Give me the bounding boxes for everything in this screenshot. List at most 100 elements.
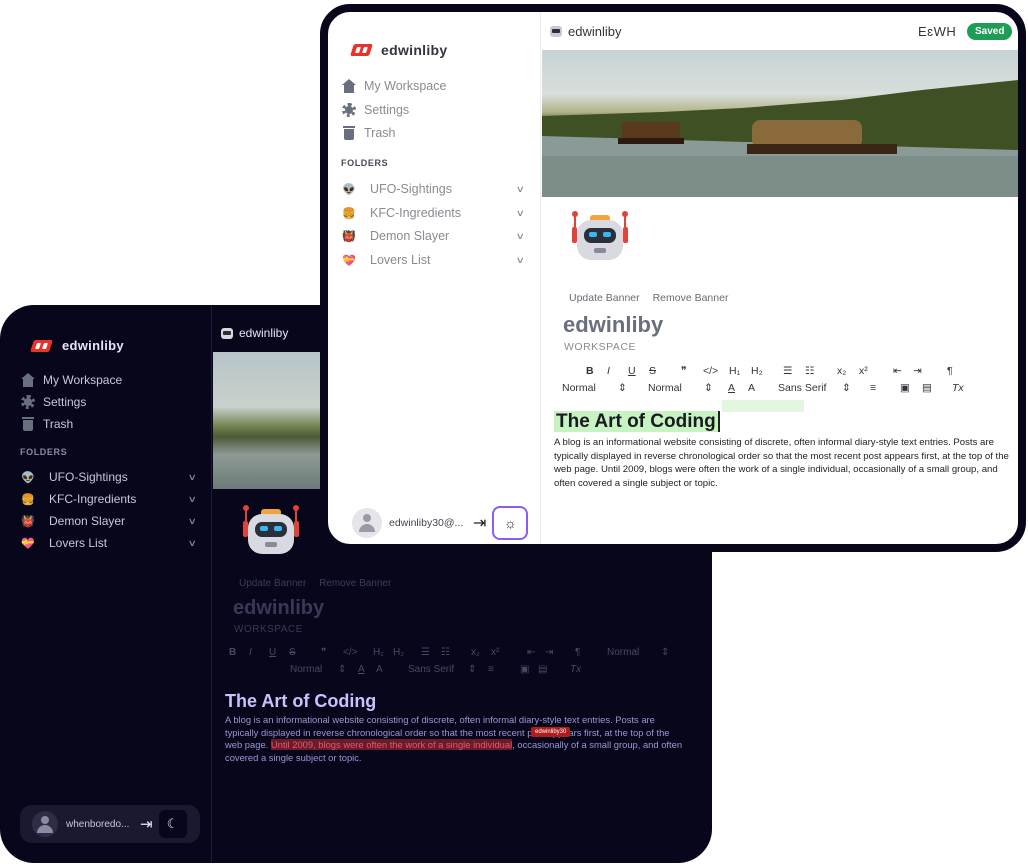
background-color-button[interactable]: A — [376, 664, 408, 675]
avatar[interactable] — [352, 508, 382, 538]
logout-icon[interactable]: ⇥ — [140, 815, 153, 833]
ordered-list-button[interactable]: ☰ — [783, 365, 805, 377]
superscript-button[interactable]: x² — [491, 647, 527, 658]
chevron-down-icon[interactable]: ∨ — [516, 231, 525, 242]
sidebar-item-trash[interactable]: Trash — [21, 417, 73, 431]
folder-kfc-ingredients[interactable]: 🍔 KFC-Ingredients ∨ — [21, 492, 197, 506]
sidebar-item-trash[interactable]: Trash — [342, 126, 396, 140]
sidebar-item-my-workspace[interactable]: My Workspace — [342, 79, 446, 93]
folders-heading: FOLDERS — [20, 447, 68, 457]
chevron-down-icon[interactable]: ∨ — [188, 494, 197, 505]
post-body[interactable]: A blog is an informational website consi… — [554, 436, 1012, 490]
font-select[interactable]: Sans Serif — [778, 382, 842, 394]
sidebar-item-settings[interactable]: Settings — [342, 103, 409, 117]
image-button[interactable]: ▣ — [900, 382, 922, 394]
video-button[interactable]: ▤ — [538, 664, 570, 675]
remove-banner-link[interactable]: Remove Banner — [319, 578, 391, 589]
robot-icon[interactable] — [568, 209, 632, 271]
chevron-down-icon[interactable]: ∨ — [516, 208, 525, 219]
folder-kfc-ingredients[interactable]: 🍔 KFC-Ingredients ∨ — [342, 206, 525, 220]
app-name: edwinliby — [62, 338, 124, 353]
chevron-down-icon[interactable]: ∨ — [516, 255, 525, 266]
code-button[interactable]: </> — [703, 365, 729, 377]
image-button[interactable]: ▣ — [520, 664, 538, 675]
italic-button[interactable]: I — [249, 647, 269, 658]
post-body[interactable]: A blog is an informational website consi… — [225, 714, 685, 765]
folder-demon-slayer[interactable]: 👹 Demon Slayer ∨ — [342, 229, 525, 243]
sidebar-item-settings[interactable]: Settings — [21, 395, 86, 409]
outdent-button[interactable]: ⇤ — [527, 647, 545, 658]
sidebar-item-label: Trash — [43, 417, 74, 431]
chevron-down-icon[interactable]: ∨ — [188, 538, 197, 549]
theme-toggle-button[interactable]: ☾ — [158, 810, 187, 838]
sidebar-item-my-workspace[interactable]: My Workspace — [21, 373, 122, 387]
superscript-button[interactable]: x² — [859, 365, 893, 377]
chevron-down-icon[interactable]: ∨ — [188, 472, 197, 483]
chevron-down-icon[interactable]: ∨ — [188, 516, 197, 527]
chevron-down-icon[interactable]: ∨ — [516, 184, 525, 195]
burger-icon: 🍔 — [342, 207, 356, 220]
font-select[interactable]: Sans Serif — [408, 664, 468, 675]
indent-button[interactable]: ⇥ — [545, 647, 575, 658]
toolbar-row: B I U S ❞ </> H₁ H₂ ☰ ☷ x₂ x² ⇤ ⇥ ¶ Norm… — [229, 644, 699, 661]
collaborator-highlight: Until 2009, blogs were often the work of… — [270, 739, 513, 751]
bold-button[interactable]: B — [229, 647, 249, 658]
indent-button[interactable]: ⇥ — [913, 365, 947, 377]
ordered-list-button[interactable]: ☰ — [421, 647, 441, 658]
video-button[interactable]: ▤ — [922, 382, 952, 394]
folder-demon-slayer[interactable]: 👹 Demon Slayer ∨ — [21, 514, 197, 528]
underline-button[interactable]: U — [269, 647, 289, 658]
subscript-button[interactable]: x₂ — [471, 647, 491, 658]
align-button[interactable]: ≡ — [870, 382, 900, 394]
quote-button[interactable]: ❞ — [321, 647, 343, 658]
moon-icon: ☾ — [166, 816, 179, 831]
folder-lovers-list[interactable]: 💝 Lovers List ∨ — [21, 536, 197, 550]
remove-banner-link[interactable]: Remove Banner — [653, 292, 729, 304]
align-button[interactable]: ≡ — [488, 664, 520, 675]
update-banner-link[interactable]: Update Banner — [239, 578, 306, 589]
clear-format-button[interactable]: Tx — [952, 382, 970, 394]
bullet-list-button[interactable]: ☷ — [805, 365, 837, 377]
post-title[interactable]: The Art of Coding — [554, 411, 720, 433]
font-color-button[interactable]: A — [358, 664, 376, 675]
header-select[interactable]: Normal — [607, 647, 661, 658]
strike-button[interactable]: S — [649, 365, 681, 377]
folder-label: KFC-Ingredients — [49, 492, 137, 506]
logout-icon[interactable]: ⇥ — [473, 513, 486, 533]
subscript-button[interactable]: x₂ — [837, 365, 859, 377]
quote-button[interactable]: ❞ — [681, 365, 703, 377]
update-banner-link[interactable]: Update Banner — [569, 292, 640, 304]
size-select[interactable]: Normal — [648, 382, 704, 394]
h2-button[interactable]: H₂ — [393, 647, 421, 658]
h2-button[interactable]: H₂ — [751, 365, 783, 377]
outdent-button[interactable]: ⇤ — [893, 365, 913, 377]
alien-icon: 👽 — [342, 183, 356, 196]
bold-button[interactable]: B — [586, 365, 607, 377]
app-logo[interactable]: edwinliby — [30, 338, 124, 353]
font-color-button[interactable]: A — [728, 382, 748, 394]
strike-button[interactable]: S — [289, 647, 321, 658]
sidebar-item-label: My Workspace — [364, 79, 447, 93]
clear-format-button[interactable]: Tx — [570, 664, 588, 675]
italic-button[interactable]: I — [607, 365, 628, 377]
code-button[interactable]: </> — [343, 647, 373, 658]
post-title[interactable]: The Art of Coding — [225, 691, 376, 712]
app-logo[interactable]: edwinliby — [350, 42, 448, 58]
robot-icon[interactable] — [239, 503, 303, 565]
background-color-button[interactable]: A — [748, 382, 778, 394]
avatar[interactable] — [32, 811, 58, 837]
size-select[interactable]: Normal — [290, 664, 338, 675]
header-select[interactable]: Normal — [562, 382, 618, 394]
theme-toggle-button[interactable]: ☼ — [492, 506, 529, 540]
sidebar-item-label: Settings — [364, 103, 410, 117]
banner-image — [542, 50, 1018, 197]
bullet-list-button[interactable]: ☷ — [441, 647, 471, 658]
h1-button[interactable]: H₁ — [729, 365, 751, 377]
underline-button[interactable]: U — [628, 365, 649, 377]
text-direction-button[interactable]: ¶ — [575, 647, 607, 658]
folder-lovers-list[interactable]: 💝 Lovers List ∨ — [342, 253, 525, 267]
folder-ufo-sightings[interactable]: 👽 UFO-Sightings ∨ — [21, 470, 197, 484]
text-direction-button[interactable]: ¶ — [947, 365, 961, 377]
folder-ufo-sightings[interactable]: 👽 UFO-Sightings ∨ — [342, 182, 525, 196]
h1-button[interactable]: H₁ — [373, 647, 393, 658]
